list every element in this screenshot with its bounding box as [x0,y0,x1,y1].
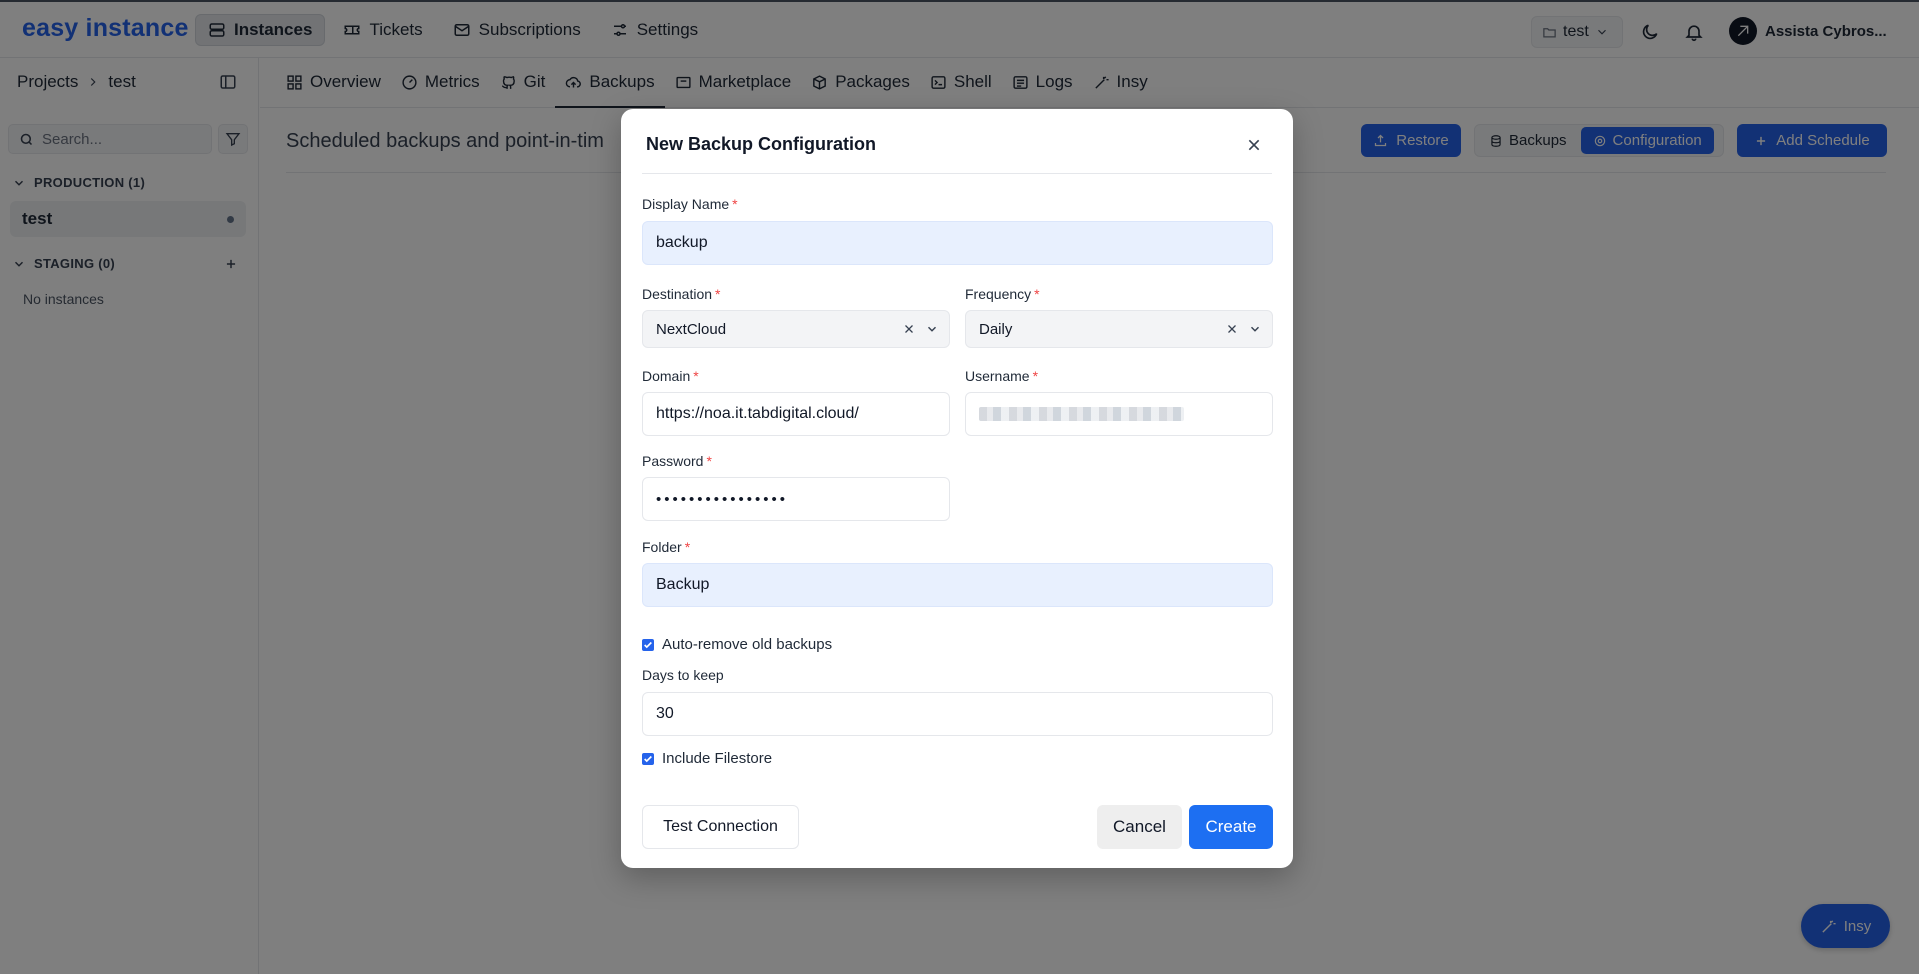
required-mark: * [684,539,691,555]
display-name-label: Display Name * [642,196,738,212]
username-label: Username * [965,368,1038,384]
create-button[interactable]: Create [1189,805,1273,849]
modal-divider [642,173,1272,174]
include-filestore-row: Include Filestore [642,750,772,767]
days-label: Days to keep [642,667,724,683]
chevron-down-icon [927,326,937,332]
required-mark: * [693,368,699,384]
chevron-down-icon [1250,326,1260,332]
modal-title: New Backup Configuration [646,134,877,154]
test-connection-button[interactable]: Test Connection [642,805,799,849]
username-input[interactable] [965,392,1273,436]
new-backup-config-modal: New Backup Configuration Display Name * b… [621,109,1293,868]
required-mark: * [715,286,721,302]
required-mark: * [706,453,712,469]
domain-input[interactable]: https://noa.it.tabdigital.cloud/ [642,392,950,436]
frequency-label-text: Frequency [965,286,1032,302]
close-icon [1248,139,1260,151]
domain-value: https://noa.it.tabdigital.cloud/ [656,405,859,422]
folder-input[interactable]: Backup [642,563,1273,607]
required-mark: * [1032,368,1039,384]
destination-select[interactable]: NextCloud [642,310,950,348]
auto-remove-checkbox[interactable] [642,638,654,651]
domain-label-text: Domain [642,368,691,384]
username-label-text: Username [965,368,1030,384]
modal-close-button[interactable] [1246,137,1262,158]
password-label: Password * [642,453,712,469]
days-to-keep-input[interactable]: 30 [642,692,1273,736]
days-value: 30 [656,705,674,722]
password-input[interactable]: •••••••••••••••• [642,477,950,521]
frequency-select[interactable]: Daily [965,310,1273,348]
destination-label: Destination * [642,286,721,302]
required-mark: * [1034,286,1040,302]
display-name-label-text: Display Name [642,196,730,212]
username-redacted [979,407,1184,421]
required-mark: * [732,196,738,212]
cancel-button[interactable]: Cancel [1097,805,1182,849]
domain-label: Domain * [642,368,699,384]
destination-label-text: Destination [642,286,713,302]
auto-remove-label: Auto-remove old backups [662,636,833,653]
frequency-value: Daily [979,320,1013,338]
clear-icon[interactable] [1226,323,1238,335]
include-filestore-checkbox[interactable] [642,752,654,765]
folder-label: Folder * [642,539,690,555]
frequency-label: Frequency * [965,286,1040,302]
auto-remove-row: Auto-remove old backups [642,636,832,653]
check-icon [644,755,652,762]
display-name-value: backup [656,234,708,251]
check-icon [644,641,652,648]
include-filestore-label: Include Filestore [662,750,773,767]
password-value: •••••••••••••••• [656,490,789,508]
display-name-input[interactable]: backup [642,221,1273,265]
clear-icon[interactable] [903,323,915,335]
folder-value: Backup [656,576,710,593]
password-label-text: Password [642,453,704,469]
folder-label-text: Folder [642,539,682,555]
destination-value: NextCloud [656,320,727,338]
